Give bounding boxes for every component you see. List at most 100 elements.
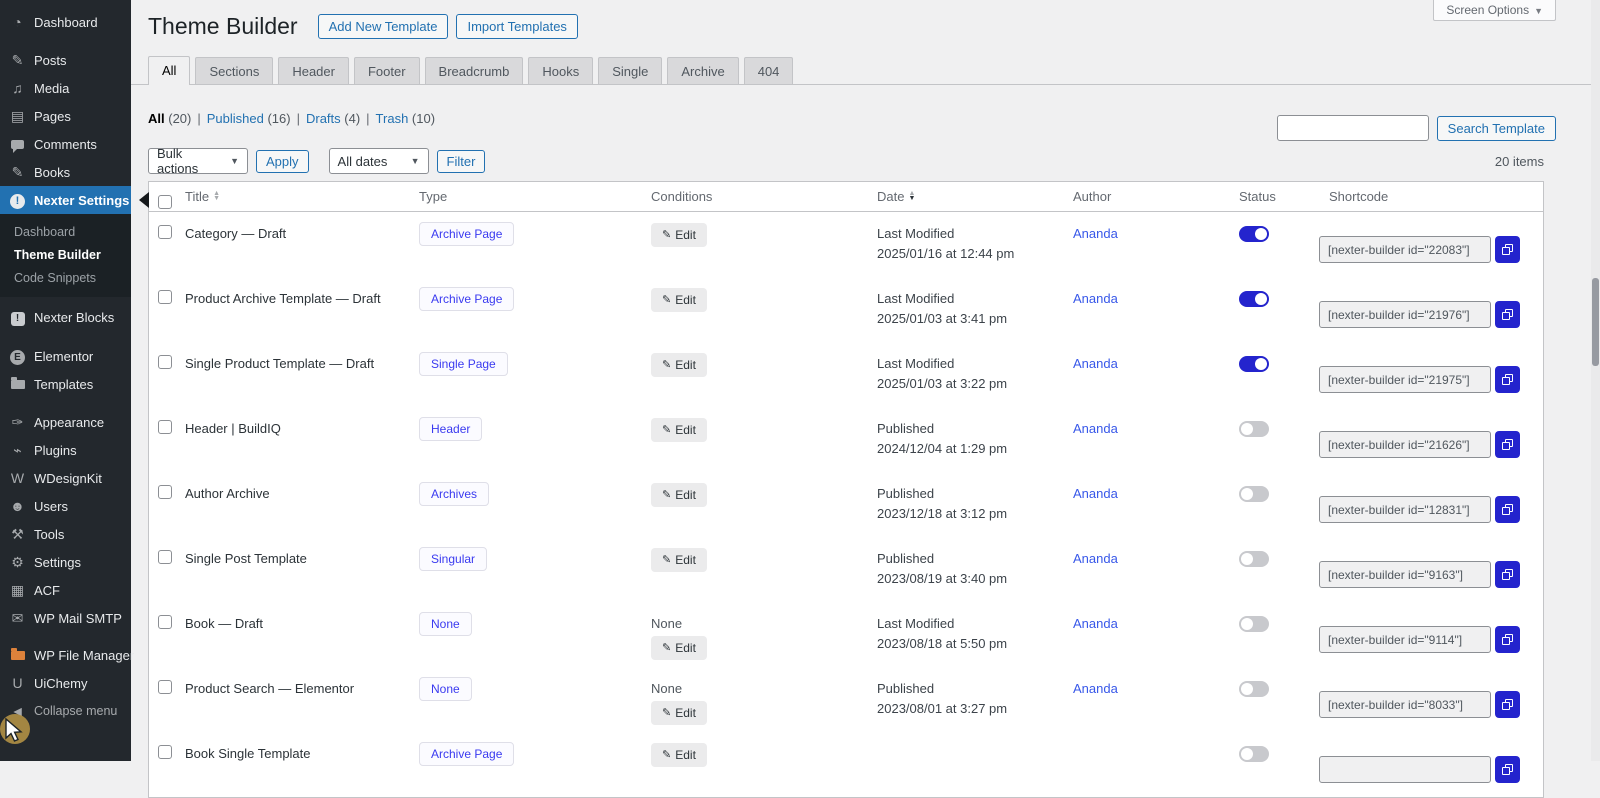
sidebar-item-posts[interactable]: ✎ Posts <box>0 46 131 74</box>
status-toggle[interactable] <box>1239 551 1269 567</box>
sidebar-item-pages[interactable]: ▤ Pages <box>0 102 131 130</box>
shortcode-input[interactable] <box>1319 756 1491 783</box>
row-checkbox[interactable] <box>158 745 172 759</box>
filter-link-all[interactable]: All <box>148 111 165 126</box>
sidebar-item-dashboard[interactable]: ◔ Dashboard <box>0 8 131 36</box>
tab-hooks[interactable]: Hooks <box>528 57 594 84</box>
status-toggle[interactable] <box>1239 486 1269 502</box>
copy-shortcode-button[interactable] <box>1495 496 1520 523</box>
row-checkbox[interactable] <box>158 355 172 369</box>
filter-link-drafts[interactable]: Drafts <box>306 111 341 126</box>
edit-conditions-button[interactable]: ✎ Edit <box>651 547 707 572</box>
sidebar-item-wdesignkit[interactable]: W WDesignKit <box>0 464 131 492</box>
edit-conditions-button[interactable]: ✎ Edit <box>651 482 707 507</box>
sidebar-item-appearance[interactable]: ✑ Appearance <box>0 408 131 436</box>
row-checkbox[interactable] <box>158 290 172 304</box>
sidebar-item-settings[interactable]: ⚙ Settings <box>0 548 131 576</box>
tab-archive[interactable]: Archive <box>667 57 739 84</box>
sidebar-subitem-code-snippets[interactable]: Code Snippets <box>0 266 131 289</box>
template-title-link[interactable]: Header | BuildIQ <box>185 421 281 436</box>
template-title-link[interactable]: Single Product Template — Draft <box>185 356 374 371</box>
status-toggle[interactable] <box>1239 421 1269 437</box>
edit-conditions-button[interactable]: ✎ Edit <box>651 700 707 725</box>
add-new-template-button[interactable]: Add New Template <box>317 14 449 39</box>
apply-button[interactable]: Apply <box>256 149 309 173</box>
edit-conditions-button[interactable]: ✎ Edit <box>651 352 707 377</box>
shortcode-input[interactable] <box>1319 561 1491 588</box>
scrollbar-thumb[interactable] <box>1592 278 1599 366</box>
sidebar-item-comments[interactable]: Comments <box>0 130 131 158</box>
author-link[interactable]: Ananda <box>1073 486 1118 501</box>
sidebar-item-books[interactable]: ✎ Books <box>0 158 131 186</box>
status-toggle[interactable] <box>1239 746 1269 762</box>
edit-conditions-button[interactable]: ✎ Edit <box>651 417 707 442</box>
template-title-link[interactable]: Book Single Template <box>185 746 311 761</box>
tab-sections[interactable]: Sections <box>195 57 274 84</box>
sidebar-item-wp-mail-smtp[interactable]: ✉ WP Mail SMTP <box>0 604 131 632</box>
sidebar-item-nexter-blocks[interactable]: ! Nexter Blocks <box>0 303 131 331</box>
template-title-link[interactable]: Category — Draft <box>185 226 286 241</box>
copy-shortcode-button[interactable] <box>1495 626 1520 653</box>
edit-conditions-button[interactable]: ✎ Edit <box>651 742 707 767</box>
shortcode-input[interactable] <box>1319 496 1491 523</box>
type-badge[interactable]: Archive Page <box>419 222 515 246</box>
template-title-link[interactable]: Book — Draft <box>185 616 263 631</box>
author-link[interactable]: Ananda <box>1073 291 1118 306</box>
sidebar-item-media[interactable]: ♫ Media <box>0 74 131 102</box>
author-link[interactable]: Ananda <box>1073 681 1118 696</box>
status-toggle[interactable] <box>1239 681 1269 697</box>
tab-single[interactable]: Single <box>598 57 663 84</box>
tab-footer[interactable]: Footer <box>353 57 420 84</box>
shortcode-input[interactable] <box>1319 626 1491 653</box>
edit-conditions-button[interactable]: ✎ Edit <box>651 222 707 247</box>
edit-conditions-button[interactable]: ✎ Edit <box>651 287 707 312</box>
author-link[interactable]: Ananda <box>1073 616 1118 631</box>
shortcode-input[interactable] <box>1319 236 1491 263</box>
search-template-button[interactable]: Search Template <box>1436 115 1556 141</box>
sidebar-item-acf[interactable]: ▦ ACF <box>0 576 131 604</box>
edit-conditions-button[interactable]: ✎ Edit <box>651 635 707 660</box>
sidebar-item-users[interactable]: ☻ Users <box>0 492 131 520</box>
author-link[interactable]: Ananda <box>1073 226 1118 241</box>
sidebar-item-templates[interactable]: Templates <box>0 370 131 398</box>
filter-link-published[interactable]: Published <box>207 111 264 126</box>
type-badge[interactable]: None <box>419 612 472 636</box>
type-badge[interactable]: None <box>419 677 472 701</box>
tab-404[interactable]: 404 <box>743 57 794 84</box>
row-checkbox[interactable] <box>158 550 172 564</box>
bulk-actions-select[interactable]: Bulk actions ▼ <box>148 146 248 176</box>
template-title-link[interactable]: Single Post Template <box>185 551 307 566</box>
sidebar-item-tools[interactable]: ⚒ Tools <box>0 520 131 548</box>
type-badge[interactable]: Single Page <box>419 352 508 376</box>
dates-filter-select[interactable]: All dates ▼ <box>328 148 429 174</box>
copy-shortcode-button[interactable] <box>1495 561 1520 588</box>
status-toggle[interactable] <box>1239 616 1269 632</box>
shortcode-input[interactable] <box>1319 301 1491 328</box>
select-all-checkbox[interactable] <box>158 195 172 209</box>
import-templates-button[interactable]: Import Templates <box>456 14 578 39</box>
tab-header[interactable]: Header <box>278 57 349 84</box>
row-checkbox[interactable] <box>158 485 172 499</box>
row-checkbox[interactable] <box>158 420 172 434</box>
copy-shortcode-button[interactable] <box>1495 236 1520 263</box>
author-link[interactable]: Ananda <box>1073 551 1118 566</box>
column-header-title[interactable]: Title ▲ ▼ <box>175 182 409 212</box>
shortcode-input[interactable] <box>1319 366 1491 393</box>
type-badge[interactable]: Archive Page <box>419 742 515 766</box>
sidebar-item-wp-file-manager[interactable]: WP File Manager <box>0 641 134 669</box>
copy-shortcode-button[interactable] <box>1495 756 1520 783</box>
column-header-date[interactable]: Date ▲ ▼ <box>867 182 1063 212</box>
type-badge[interactable]: Singular <box>419 547 488 571</box>
template-title-link[interactable]: Product Search — Elementor <box>185 681 354 696</box>
filter-link-trash[interactable]: Trash <box>376 111 409 126</box>
copy-shortcode-button[interactable] <box>1495 431 1520 458</box>
status-toggle[interactable] <box>1239 226 1269 242</box>
sidebar-item-plugins[interactable]: ⌁ Plugins <box>0 436 131 464</box>
sidebar-item-nexter-settings[interactable]: ! Nexter Settings <box>0 186 131 214</box>
status-toggle[interactable] <box>1239 356 1269 372</box>
copy-shortcode-button[interactable] <box>1495 691 1520 718</box>
type-badge[interactable]: Archive Page <box>419 287 515 311</box>
screen-options-button[interactable]: Screen Options ▼ <box>1433 0 1556 21</box>
sidebar-subitem-dashboard[interactable]: Dashboard <box>0 220 131 243</box>
tab-all[interactable]: All <box>148 56 191 85</box>
